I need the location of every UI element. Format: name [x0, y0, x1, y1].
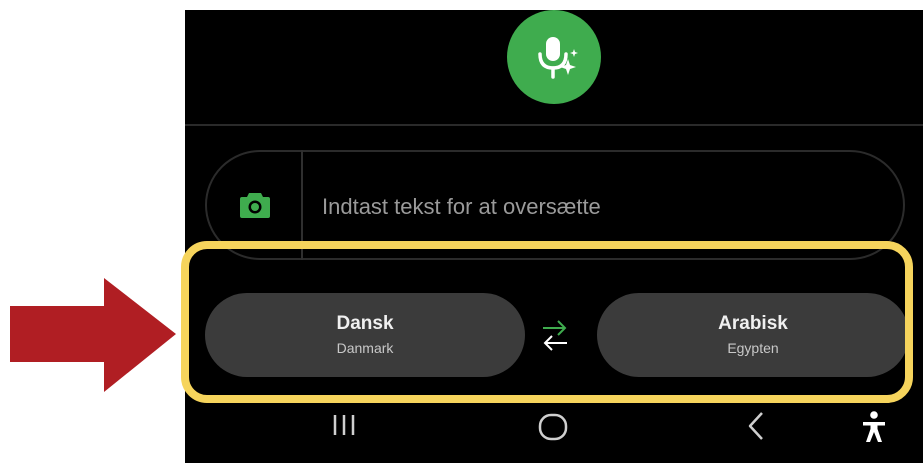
nav-back-button[interactable]	[745, 410, 767, 447]
source-language-button[interactable]: Dansk Danmark	[205, 293, 525, 377]
camera-icon	[240, 193, 270, 218]
section-divider	[185, 124, 923, 126]
red-arrow-icon	[10, 278, 176, 392]
input-separator	[301, 150, 303, 260]
accessibility-button[interactable]	[861, 410, 887, 449]
nav-recents-button[interactable]	[331, 413, 357, 442]
recent-apps-icon	[333, 415, 355, 435]
target-language-region: Egypten	[727, 340, 779, 356]
camera-button[interactable]	[239, 190, 271, 220]
target-language-name: Arabisk	[718, 313, 788, 334]
voice-input-button[interactable]	[507, 10, 601, 104]
swap-arrows-icon	[543, 320, 567, 351]
home-icon	[538, 413, 568, 441]
screenshot-stage: Indtast tekst for at oversætte Dansk Dan…	[0, 0, 923, 463]
accessibility-icon	[863, 411, 885, 442]
input-placeholder-text[interactable]: Indtast tekst for at oversætte	[322, 194, 601, 220]
mic-sparkle-icon	[538, 37, 578, 79]
back-icon	[748, 412, 763, 440]
nav-home-button[interactable]	[537, 412, 569, 447]
target-language-button[interactable]: Arabisk Egypten	[597, 293, 909, 377]
source-language-region: Danmark	[336, 340, 394, 356]
swap-languages-button[interactable]	[537, 315, 573, 355]
source-language-name: Dansk	[336, 313, 394, 334]
phone-screen: Indtast tekst for at oversætte Dansk Dan…	[185, 10, 923, 463]
